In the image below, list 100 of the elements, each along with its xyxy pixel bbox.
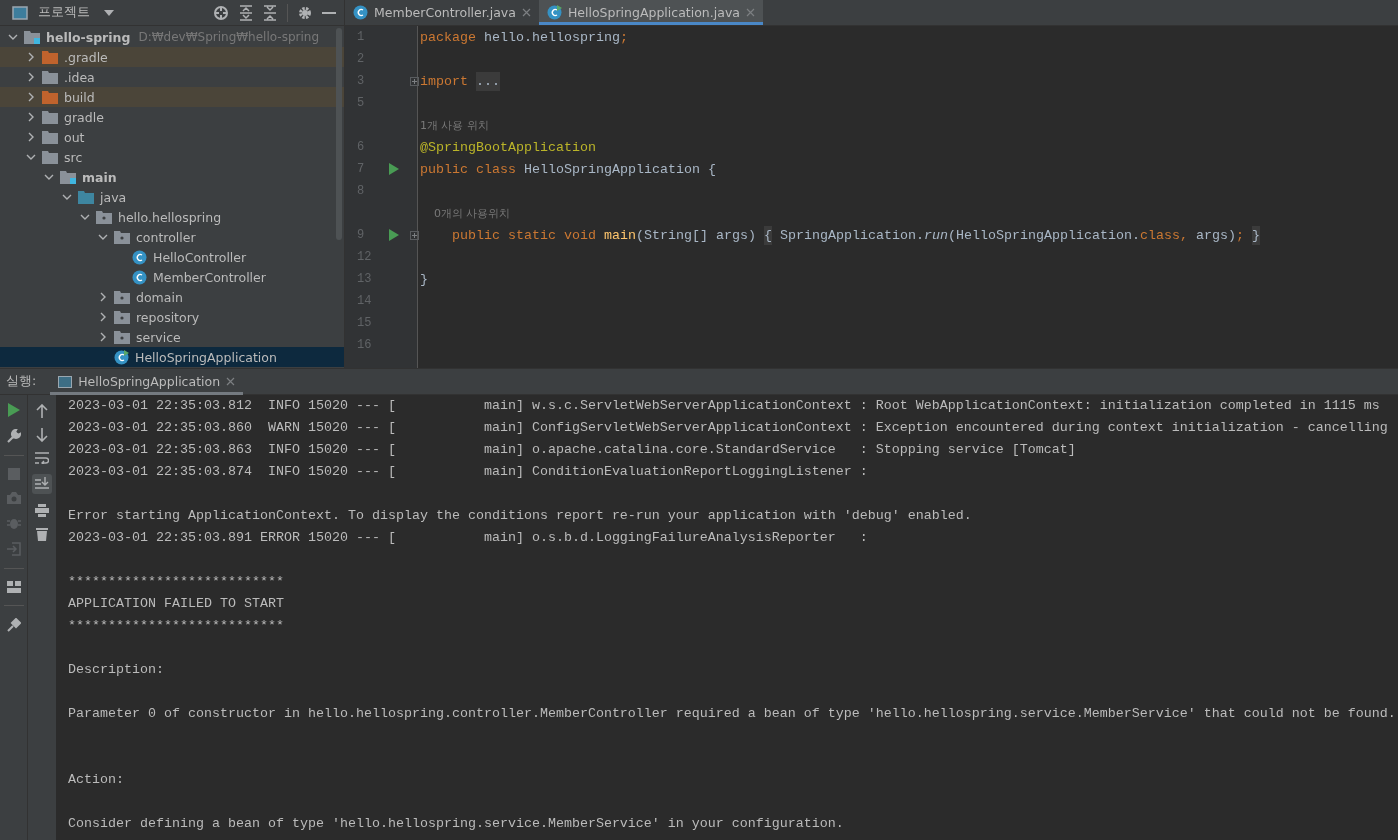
tree-label: .idea: [64, 69, 95, 85]
pin-icon[interactable]: [6, 618, 21, 632]
folder-icon: [96, 210, 112, 224]
code-line: }: [419, 271, 428, 287]
chevron-right-icon[interactable]: [98, 292, 108, 302]
tree-item[interactable]: domain: [0, 287, 344, 307]
arrow-up-icon[interactable]: [36, 404, 48, 418]
chevron-right-icon[interactable]: [26, 112, 36, 122]
class-icon: [132, 249, 147, 265]
tree-item[interactable]: HelloSpringApplication: [0, 347, 344, 367]
tree-item[interactable]: main: [0, 167, 344, 187]
usage-hint[interactable]: 1개 사용 위치: [419, 117, 489, 133]
console-line: Consider defining a bean of type 'hello.hellospring.service.MemberService' in your configuration.: [68, 815, 845, 833]
console-line: 2023-03-01 22:35:03.860 WARN 15020 --- [ main] ConfigServletWebServerApplicationContext : Exception encountered during context initialization - cancelling: [68, 419, 1389, 437]
window-icon: [12, 5, 28, 20]
editor-tab[interactable]: HelloSpringApplication.java: [538, 0, 763, 25]
tree-item[interactable]: build: [0, 87, 344, 107]
trash-icon[interactable]: [36, 527, 48, 541]
layout-icon[interactable]: [6, 581, 21, 593]
wrench-icon[interactable]: [6, 429, 21, 443]
tree-item[interactable]: java: [0, 187, 344, 207]
run-icon[interactable]: [7, 403, 20, 417]
scroll-to-end-button[interactable]: [32, 474, 52, 494]
panel-title[interactable]: 프로젝트: [38, 4, 90, 21]
class-icon: [353, 5, 368, 20]
folder-icon: [42, 90, 58, 104]
console-line: Description:: [68, 661, 165, 679]
class-icon: [114, 349, 129, 365]
class-icon: [132, 269, 147, 285]
tree-item[interactable]: HelloController: [0, 247, 344, 267]
run-icon[interactable]: [389, 163, 399, 175]
console-line: 2023-03-01 22:35:03.863 INFO 15020 --- [ main] o.apache.catalina.core.StandardService : Stopping service [Tomcat]: [68, 441, 1077, 459]
chevron-right-icon[interactable]: [98, 332, 108, 342]
class-icon: [546, 5, 562, 20]
caret-icon[interactable]: [104, 9, 114, 16]
tree-item[interactable]: .gradle: [0, 47, 344, 67]
tree-item[interactable]: src: [0, 147, 344, 167]
chevron-down-icon[interactable]: [98, 232, 108, 242]
tree-item[interactable]: service: [0, 327, 344, 347]
tree-label: controller: [136, 229, 196, 245]
console-line: 2023-03-01 22:35:03.874 INFO 15020 --- [ main] ConditionEvaluationReportLoggingListener :: [68, 463, 869, 481]
tree-item[interactable]: hello.hellospring: [0, 207, 344, 227]
tree-item[interactable]: out: [0, 127, 344, 147]
close-icon[interactable]: [521, 8, 531, 17]
chevron-right-icon[interactable]: [26, 92, 36, 102]
expand-all-icon[interactable]: [239, 4, 253, 21]
console-icon: [58, 375, 73, 388]
folder-icon: [78, 190, 94, 204]
folder-icon: [42, 110, 58, 124]
wrap-icon[interactable]: [35, 452, 49, 464]
chevron-right-icon[interactable]: [26, 72, 36, 82]
run-icon[interactable]: [389, 229, 399, 241]
code-line: public class HelloSpringApplication {: [419, 161, 716, 177]
console-line: ***************************: [68, 617, 285, 635]
tree-item[interactable]: hello-spring D:₩dev₩Spring₩hello-spring: [0, 27, 344, 47]
chevron-down-icon[interactable]: [80, 212, 90, 222]
code-line: package hello.hellospring;: [419, 29, 628, 45]
chevron-right-icon[interactable]: [98, 312, 108, 322]
editor-tab[interactable]: MemberController.java: [345, 0, 539, 25]
tree-item[interactable]: controller: [0, 227, 344, 247]
console-line: Action:: [68, 771, 125, 789]
usage-hint[interactable]: 0개의 사용위치: [419, 205, 511, 221]
tree-label: MemberController: [153, 269, 266, 285]
chevron-down-icon[interactable]: [8, 32, 18, 42]
folder-icon: [42, 70, 58, 84]
tree-item[interactable]: repository: [0, 307, 344, 327]
chevron-right-icon[interactable]: [26, 52, 36, 62]
folder-icon: [42, 150, 58, 164]
locate-icon[interactable]: [213, 4, 229, 21]
tree-label: java: [100, 189, 127, 205]
fold-icon[interactable]: [410, 230, 419, 240]
chevron-down-icon[interactable]: [62, 192, 72, 202]
fold-icon[interactable]: [410, 76, 419, 86]
console-line: ***************************: [68, 573, 285, 591]
tree-label: hello.hellospring: [118, 209, 222, 225]
scroll-end-icon: [35, 477, 49, 491]
tree-label: gradle: [64, 109, 104, 125]
code-line: @SpringBootApplication: [419, 139, 596, 155]
folder-icon: [60, 170, 76, 184]
arrow-down-icon[interactable]: [36, 428, 48, 442]
tree-item[interactable]: MemberController: [0, 267, 344, 287]
chevron-down-icon[interactable]: [44, 172, 54, 182]
chevron-down-icon[interactable]: [26, 152, 36, 162]
tree-label: service: [136, 329, 181, 345]
tree-item[interactable]: gradle: [0, 107, 344, 127]
tree-label: build: [64, 89, 95, 105]
code-line: public static void main(String[] args) { SpringApplication.run(HelloSpringApplication.class, args); }: [451, 227, 1260, 243]
console-line: APPLICATION FAILED TO START: [68, 595, 285, 613]
collapse-all-icon[interactable]: [263, 4, 277, 21]
folder-icon: [42, 130, 58, 144]
print-icon[interactable]: [35, 504, 49, 517]
chevron-right-icon[interactable]: [26, 132, 36, 142]
folder-icon: [114, 310, 130, 324]
tree-label: src: [64, 149, 83, 165]
tree-item[interactable]: .idea: [0, 67, 344, 87]
tree-label: HelloController: [153, 249, 247, 265]
settings-icon[interactable]: [298, 5, 312, 20]
close-icon[interactable]: [226, 377, 236, 386]
folder-icon: [24, 30, 40, 44]
path-text: D:₩dev₩Spring₩hello-spring: [138, 30, 320, 44]
